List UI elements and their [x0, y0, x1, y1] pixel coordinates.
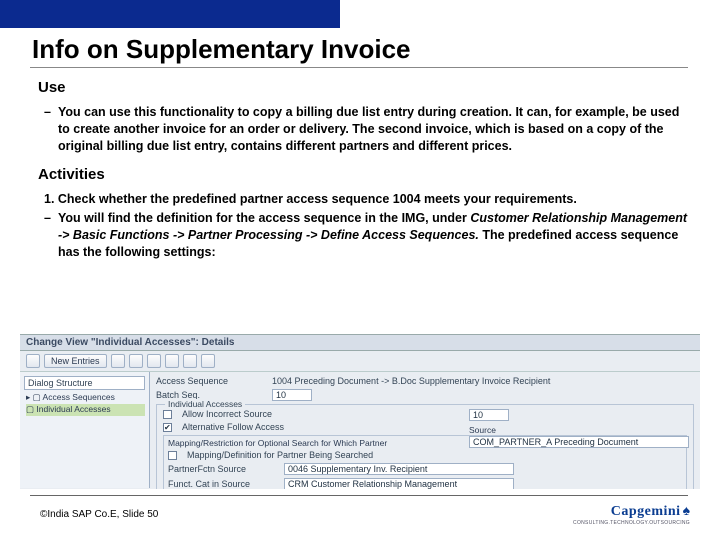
slide-content: Use – You can use this functionality to … [38, 78, 688, 271]
capgemini-logo: Capgemini♠ CONSULTING.TECHNOLOGY.OUTSOUR… [573, 502, 690, 526]
sap-toolbar: New Entries [20, 351, 700, 372]
dash-icon: – [44, 104, 58, 155]
access-sequence-row: Access Sequence 1004 Preceding Document … [156, 376, 694, 386]
batch-seq-input[interactable]: 10 [272, 389, 312, 401]
use-text: You can use this functionality to copy a… [58, 104, 688, 155]
sap-tree[interactable]: ▸ ▢ Access Sequences ▢ Individual Access… [24, 392, 145, 416]
title-underline [30, 67, 688, 68]
tree-node-access-sequences[interactable]: ▸ ▢ Access Sequences [26, 392, 145, 404]
checkbox-mapping-def[interactable] [168, 451, 177, 460]
undo-icon[interactable] [147, 354, 161, 368]
dash-icon: – [44, 210, 58, 261]
print-icon[interactable] [183, 354, 197, 368]
chk1-label: Allow Incorrect Source [182, 409, 272, 419]
activities-heading: Activities [38, 165, 688, 185]
logo-text: Capgemini [611, 504, 681, 519]
use-paragraph: – You can use this functionality to copy… [44, 104, 688, 155]
group-title: Individual Accesses [165, 399, 245, 409]
source-input[interactable]: COM_PARTNER_A Preceding Document [469, 436, 689, 448]
footer-divider [30, 495, 688, 496]
toolbar-icon[interactable] [26, 354, 40, 368]
sap-left-panel: Dialog Structure ▸ ▢ Access Sequences ▢ … [20, 372, 150, 488]
map-row2: PartnerFctn Source 0046 Supplementary In… [168, 463, 682, 475]
source-label: Source [469, 425, 689, 435]
row3-label: Funct. Cat in Source [168, 479, 278, 489]
dialog-structure-header: Dialog Structure [24, 376, 145, 390]
delete-icon[interactable] [129, 354, 143, 368]
sap-window-title: Change View "Individual Accesses": Detai… [20, 335, 700, 351]
row2-label: PartnerFctn Source [168, 464, 278, 474]
checkbox-allow-incorrect[interactable] [163, 410, 172, 419]
activity-step-1: 1. Check whether the predefined partner … [44, 191, 688, 208]
copy-icon[interactable] [111, 354, 125, 368]
more-icon[interactable] [201, 354, 215, 368]
sap-right-panel: Access Sequence 1004 Preceding Document … [150, 372, 700, 488]
map-row3: Funct. Cat in Source CRM Customer Relati… [168, 478, 682, 489]
slide-title: Info on Supplementary Invoice [32, 34, 411, 65]
individual-accesses-group: Individual Accesses 10 Source COM_PARTNE… [156, 404, 694, 489]
tree-node-individual-accesses[interactable]: ▢ Individual Accesses [26, 404, 145, 416]
new-entries-button[interactable]: New Entries [44, 354, 107, 368]
access-seq-label: Access Sequence [156, 376, 266, 386]
right-column: 10 Source COM_PARTNER_A Preceding Docume… [469, 409, 689, 450]
spade-icon: ♠ [683, 502, 690, 518]
seq-number-input[interactable]: 10 [469, 409, 509, 421]
checkbox-alt-follow[interactable] [163, 423, 172, 432]
sap-body: Dialog Structure ▸ ▢ Access Sequences ▢ … [20, 372, 700, 488]
detail-prefix: You will find the definition for the acc… [58, 211, 470, 225]
use-heading: Use [38, 78, 688, 98]
logo-tagline: CONSULTING.TECHNOLOGY.OUTSOURCING [573, 520, 690, 526]
sap-screenshot: Change View "Individual Accesses": Detai… [20, 334, 700, 489]
activity-detail: – You will find the definition for the a… [44, 210, 688, 261]
access-seq-desc: 1004 Preceding Document -> B.Doc Supplem… [272, 376, 550, 386]
row2-input[interactable]: 0046 Supplementary Inv. Recipient [284, 463, 514, 475]
header-accent-bar [0, 0, 340, 28]
row1-label: Mapping/Definition for Partner Being Sea… [187, 450, 373, 460]
select-icon[interactable] [165, 354, 179, 368]
map-row1: Mapping/Definition for Partner Being Sea… [168, 450, 682, 460]
footer-text: ©India SAP Co.E, Slide 50 [40, 509, 158, 520]
chk2-label: Alternative Follow Access [182, 422, 284, 432]
activity-detail-text: You will find the definition for the acc… [58, 210, 688, 261]
row3-input[interactable]: CRM Customer Relationship Management [284, 478, 514, 489]
